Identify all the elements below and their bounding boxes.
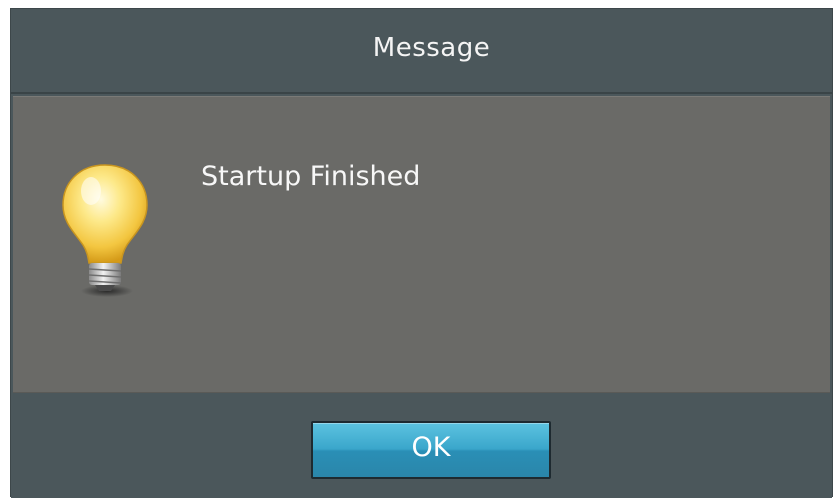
dialog-title: Message xyxy=(372,32,491,63)
ok-button-label: OK xyxy=(411,431,451,463)
lightbulb-icon xyxy=(62,164,148,297)
dialog-body: Startup Finished xyxy=(13,96,830,393)
dialog-message: Startup Finished xyxy=(201,161,421,192)
dialog-titlebar: Message xyxy=(11,9,832,94)
ok-button[interactable]: OK xyxy=(311,421,551,479)
dialog-footer: OK xyxy=(11,393,832,498)
message-dialog: Message Startup Finished OK xyxy=(10,8,833,498)
